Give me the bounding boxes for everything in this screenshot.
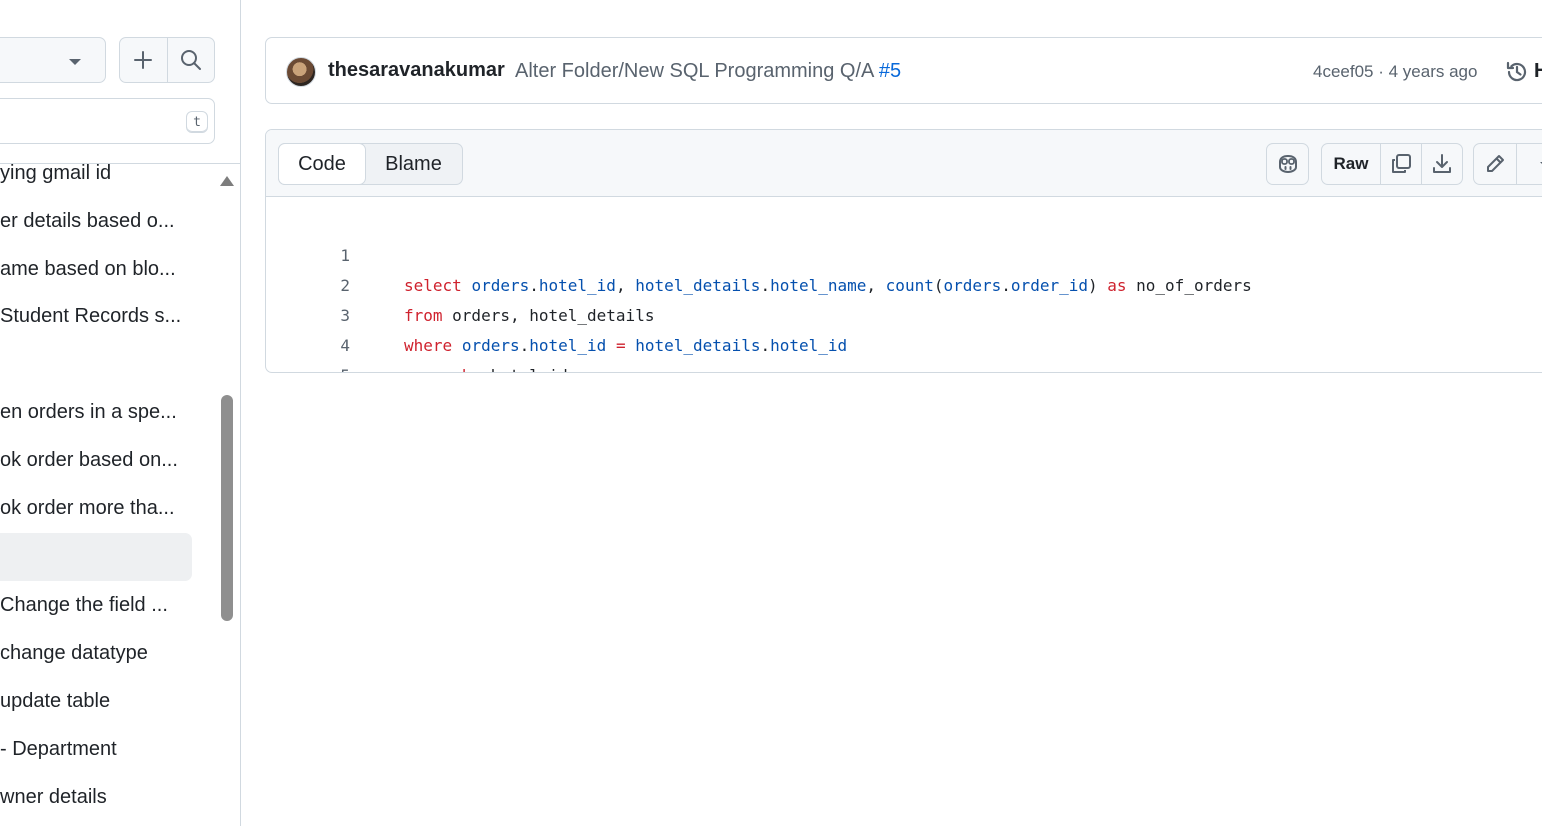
copilot-icon — [1278, 154, 1297, 174]
edit-group — [1473, 143, 1542, 185]
copy-icon — [1392, 154, 1411, 173]
tree-item-label: change datatype — [0, 642, 148, 664]
tree-item-label: ying gmail id — [0, 163, 112, 184]
tree-item[interactable]: update table — [0, 677, 192, 725]
scroll-up-arrow-icon[interactable] — [220, 176, 234, 186]
tree-item-label: er details based o... — [0, 210, 175, 232]
file-header: Code Blame Raw — [266, 130, 1542, 197]
tree-item[interactable]: - Department — [0, 725, 192, 773]
tab-code[interactable]: Code — [278, 143, 366, 185]
tree-item-label: update table — [0, 690, 111, 712]
file-viewer: Code Blame Raw 1 select orders.hotel_id,… — [265, 129, 1542, 373]
code-line: 4 group by hotel_id — [266, 301, 1542, 372]
go-to-file-input[interactable]: t — [0, 98, 215, 144]
tree-actions — [119, 37, 215, 83]
copy-raw-button[interactable] — [1380, 144, 1421, 184]
breadcrumb-cutoff — [265, 0, 1542, 6]
commit-message-text[interactable]: Alter Folder/New SQL Programming Q/A — [515, 60, 873, 82]
tree-item[interactable]: Student Records s... — [0, 292, 192, 340]
search-icon — [180, 50, 201, 70]
commit-meta: 4ceef05 · 4 years ago — [1313, 62, 1477, 82]
code-text: group by hotel_id — [404, 361, 568, 372]
tree-item[interactable]: Change the field ... — [0, 581, 192, 629]
tree-item[interactable]: ok order more tha... — [0, 484, 192, 532]
commit-message: Alter Folder/New SQL Programming Q/A #5 — [515, 60, 901, 83]
tree-item-label: en orders in a spe... — [0, 401, 177, 423]
code-line: 1 select orders.hotel_id, hotel_details.… — [266, 211, 1542, 295]
edit-file-button[interactable] — [1474, 144, 1516, 184]
file-tree: ying gmail id er details based o... ame … — [0, 163, 216, 826]
tree-item-label: - Department — [0, 738, 117, 760]
tab-blame[interactable]: Blame — [365, 144, 462, 184]
tree-item[interactable]: wner details — [0, 773, 192, 821]
pull-request-link[interactable]: #5 — [879, 60, 901, 82]
tree-item-selected[interactable] — [0, 533, 192, 581]
tree-item[interactable] — [0, 340, 192, 388]
history-icon[interactable] — [1504, 59, 1530, 85]
plus-icon — [134, 51, 153, 69]
code-line: 2 from orders, hotel_details — [266, 241, 1542, 325]
tree-item-label: Change the field ... — [0, 594, 168, 616]
download-button[interactable] — [1421, 144, 1462, 184]
commit-sha[interactable]: 4ceef05 — [1313, 62, 1374, 81]
tree-item-label: wner details — [0, 786, 107, 808]
code-line: 5 having count(orders.order_id) > 5; — [266, 331, 1542, 372]
pencil-icon — [1487, 155, 1504, 172]
tree-item[interactable]: er details based o... — [0, 197, 192, 245]
chevron-down-icon — [1539, 162, 1542, 165]
tree-item-label: ame based on blo... — [0, 258, 176, 280]
copilot-button[interactable] — [1266, 143, 1309, 185]
branch-selector[interactable] — [0, 37, 106, 83]
chevron-down-icon — [69, 59, 81, 65]
tree-item-label: Student Records s... — [0, 305, 182, 327]
search-button[interactable] — [166, 38, 215, 82]
code-line: 3 where orders.hotel_id = hotel_details.… — [266, 271, 1542, 355]
tree-item-label: ok order more tha... — [0, 497, 175, 519]
tree-item-label: ok order based on... — [0, 449, 178, 471]
tree-item[interactable]: change datatype — [0, 629, 192, 677]
raw-button[interactable]: Raw — [1322, 144, 1380, 184]
scrollbar-thumb[interactable] — [221, 395, 233, 621]
edit-options-dropdown[interactable] — [1516, 144, 1542, 184]
latest-commit-bar: thesaravanakumar Alter Folder/New SQL Pr… — [265, 37, 1542, 104]
keyboard-shortcut-badge: t — [186, 111, 208, 133]
download-icon — [1433, 154, 1451, 173]
view-toggle: Code Blame — [278, 143, 463, 185]
meta-separator: · — [1373, 62, 1389, 81]
add-file-button[interactable] — [120, 38, 167, 82]
tree-item[interactable]: ame based on blo... — [0, 245, 192, 293]
avatar[interactable] — [286, 57, 316, 87]
line-number[interactable]: 5 — [266, 361, 350, 372]
commit-age: 4 years ago — [1388, 62, 1478, 81]
history-label[interactable]: H — [1534, 60, 1542, 83]
raw-copy-download-group: Raw — [1321, 143, 1463, 185]
tree-item[interactable]: en orders in a spe... — [0, 388, 192, 436]
tree-item[interactable]: ying gmail id — [0, 163, 192, 197]
file-tree-sidebar: t ying gmail id er details based o... am… — [0, 0, 241, 826]
commit-author[interactable]: thesaravanakumar — [328, 59, 505, 82]
tree-item[interactable]: ok order based on... — [0, 436, 192, 484]
